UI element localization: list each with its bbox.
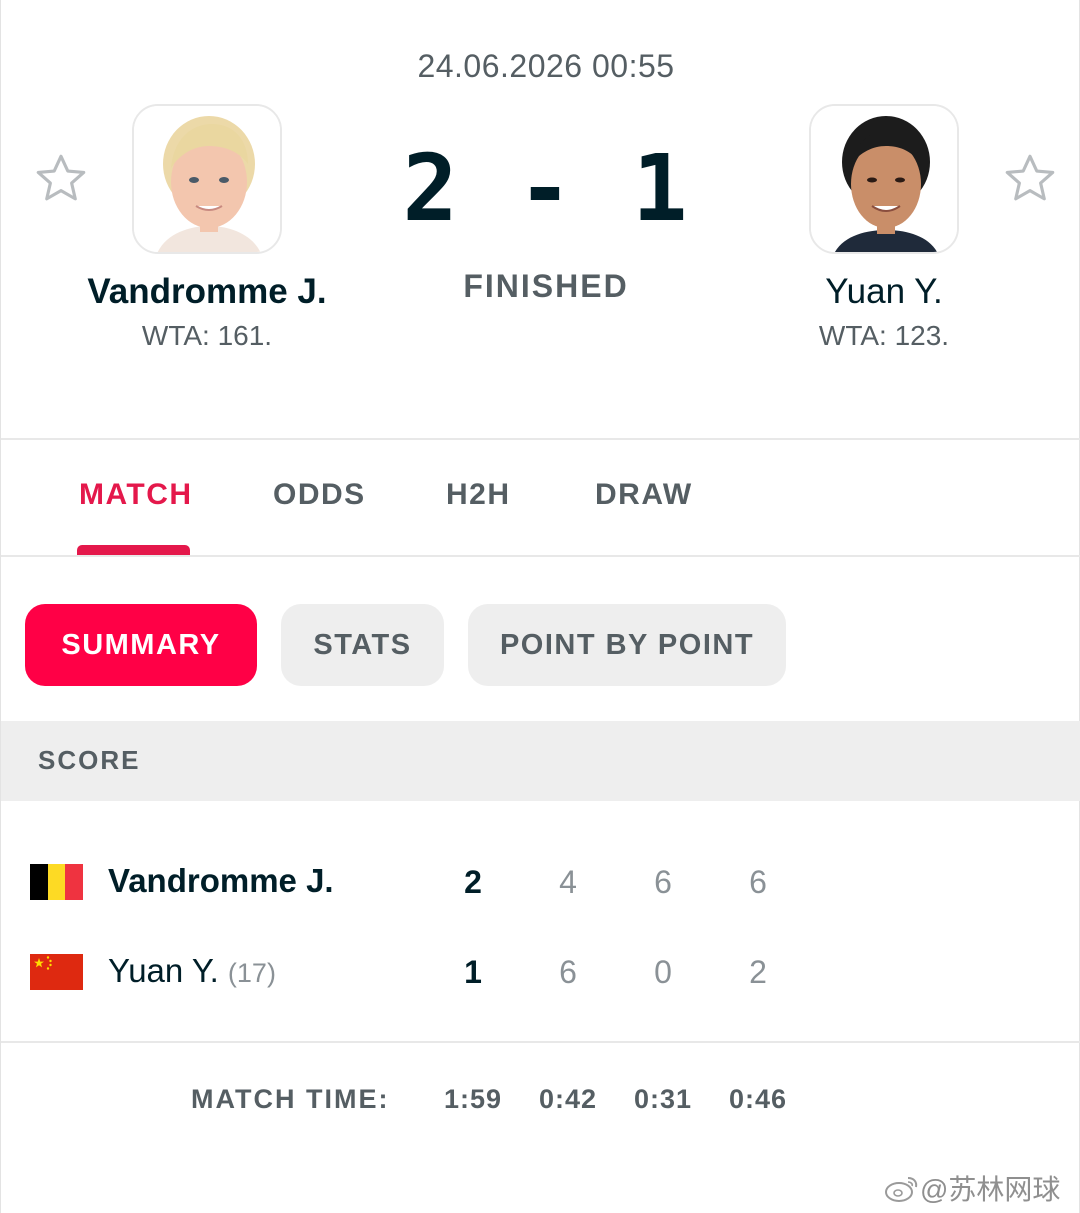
player2-avatar[interactable]	[809, 104, 959, 254]
player2-set2-games: 0	[654, 954, 672, 990]
match-status: FINISHED	[463, 268, 629, 304]
score-row-player2-name[interactable]: Yuan Y. (17)	[108, 952, 276, 990]
subtab-stats[interactable]: STATS	[281, 604, 444, 686]
match-datetime: 24.06.2026 00:55	[417, 48, 675, 84]
favorite-star-icon[interactable]	[1001, 150, 1059, 208]
tab-match[interactable]: MATCH	[79, 478, 193, 512]
player1-sets-won: 2	[464, 864, 482, 900]
player2-sets-won: 1	[464, 954, 482, 990]
player1-set1-games: 4	[559, 864, 577, 900]
score-divider	[1, 1041, 1080, 1043]
watermark-handle: @苏林网球	[920, 1174, 1061, 1205]
match-time-label: MATCH TIME:	[191, 1084, 390, 1114]
player2-set1-games: 6	[559, 954, 577, 990]
china-flag-icon	[30, 954, 83, 990]
player1-name[interactable]: Vandromme J.	[27, 272, 387, 312]
player1-avatar[interactable]	[132, 104, 282, 254]
player2-name[interactable]: Yuan Y.	[704, 272, 1064, 312]
player2-set3-games: 2	[749, 954, 767, 990]
belgium-flag-icon	[30, 864, 83, 900]
player1-rank: WTA: 161.	[141, 320, 273, 351]
tab-h2h[interactable]: H2H	[446, 478, 511, 512]
match-score: 2 - 1	[402, 135, 690, 242]
score-section-header	[1, 721, 1080, 801]
player2-rank: WTA: 123.	[818, 320, 950, 351]
player2-name-label: Yuan Y.	[108, 952, 219, 989]
favorite-star-icon[interactable]	[32, 150, 90, 208]
subtab-summary[interactable]: SUMMARY	[25, 604, 257, 686]
match-detail-screen: 24.06.2026 00:55 2 - 1 FINISHED Vandromm…	[0, 0, 1080, 1213]
player1-set2-games: 6	[654, 864, 672, 900]
score-row-player1-name[interactable]: Vandromme J.	[108, 862, 334, 900]
active-tab-indicator	[77, 545, 190, 555]
tabs-divider	[1, 555, 1080, 557]
player1-set3-games: 6	[749, 864, 767, 900]
tab-odds[interactable]: ODDS	[273, 478, 366, 512]
watermark: @苏林网球	[884, 1168, 1074, 1208]
score-section-title: SCORE	[38, 745, 141, 775]
weibo-icon	[885, 1177, 918, 1202]
header-divider	[1, 438, 1080, 440]
match-time-total: 1:59	[443, 1084, 503, 1114]
player2-seed: (17)	[227, 958, 276, 988]
match-time-set3: 0:46	[728, 1084, 788, 1114]
tab-draw[interactable]: DRAW	[595, 478, 693, 512]
match-time-set1: 0:42	[538, 1084, 598, 1114]
subtab-point-by-point[interactable]: POINT BY POINT	[468, 604, 786, 686]
player1-name-label: Vandromme J.	[108, 862, 334, 899]
match-time-set2: 0:31	[633, 1084, 693, 1114]
